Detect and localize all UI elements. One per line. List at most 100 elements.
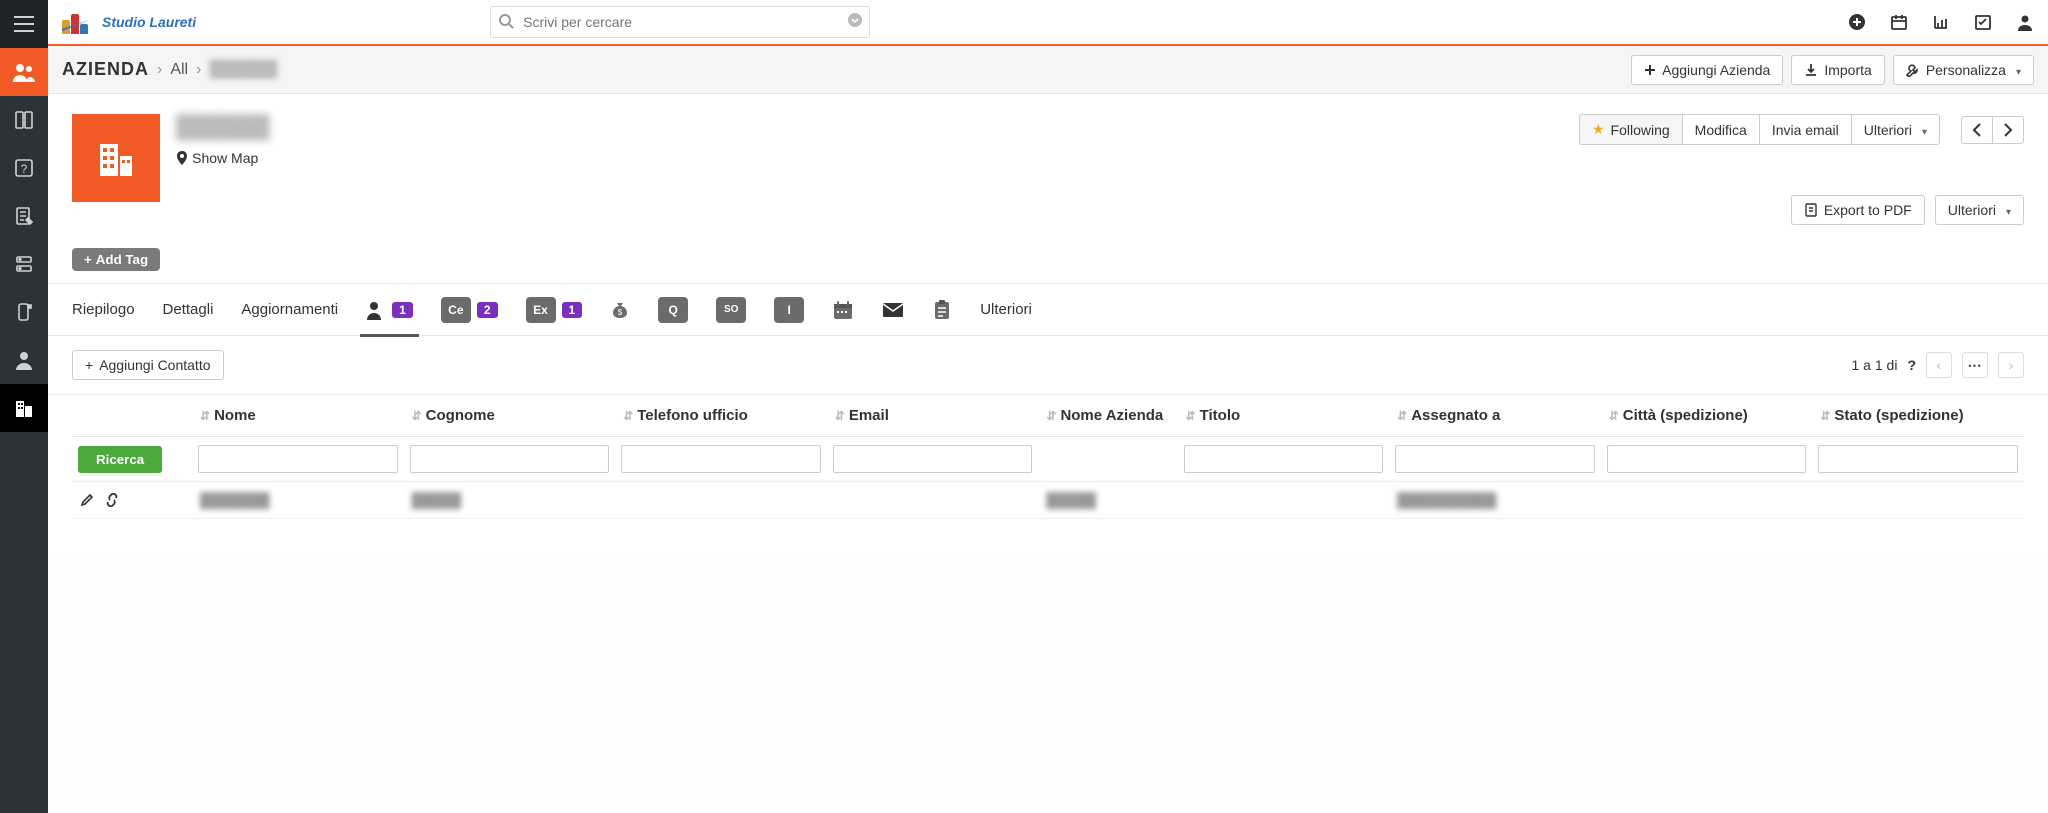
table-row[interactable]: ███████ █████ █████ ██████████: [72, 482, 2024, 519]
pager-total[interactable]: ?: [1907, 357, 1916, 373]
tab-ex[interactable]: Ex 1: [526, 284, 583, 336]
filter-cognome[interactable]: [410, 445, 610, 473]
following-label: Following: [1611, 122, 1670, 138]
download-icon: [1804, 63, 1818, 77]
pager-prev[interactable]: ‹: [1926, 352, 1952, 378]
tab-more[interactable]: Ulteriori: [980, 284, 1038, 336]
tasks-icon[interactable]: [1974, 13, 1992, 31]
brand[interactable]: Studio Laureti: [62, 10, 196, 34]
import-label: Importa: [1824, 62, 1871, 78]
search-dropdown-icon[interactable]: [848, 13, 862, 27]
filter-stato[interactable]: [1818, 445, 2018, 473]
add-tag-button[interactable]: + Add Tag: [72, 248, 160, 271]
building-icon: [13, 397, 35, 419]
record-more2-button[interactable]: Ulteriori: [1935, 195, 2024, 225]
tab-q[interactable]: Q: [658, 284, 688, 336]
topbar: Studio Laureti: [48, 0, 2048, 46]
profile-icon[interactable]: [2016, 13, 2034, 31]
import-button[interactable]: Importa: [1791, 55, 1884, 85]
col-stato[interactable]: Stato (spedizione): [1812, 395, 2024, 437]
export-pdf-label: Export to PDF: [1824, 202, 1912, 218]
caret-down-icon: [2012, 62, 2021, 78]
tab-so[interactable]: SO: [716, 284, 746, 336]
server-icon: [14, 254, 34, 274]
moneybag-icon: $: [610, 300, 630, 320]
col-nome[interactable]: Nome: [192, 395, 404, 437]
breadcrumb-module[interactable]: AZIENDA: [62, 59, 149, 80]
note-edit-icon: [14, 206, 34, 226]
tab-clipboard[interactable]: [932, 284, 952, 336]
prev-record-button[interactable]: [1961, 116, 1993, 144]
edit-button[interactable]: Modifica: [1682, 114, 1760, 145]
tab-money[interactable]: $: [610, 284, 630, 336]
export-pdf-button[interactable]: Export to PDF: [1791, 195, 1925, 225]
filter-email[interactable]: [833, 445, 1033, 473]
tab-summary[interactable]: Riepilogo: [72, 284, 135, 336]
sidebar-item-mobile[interactable]: [0, 288, 48, 336]
chart-icon[interactable]: [1932, 13, 1950, 31]
link-row-icon[interactable]: [104, 493, 120, 507]
calendar-icon[interactable]: [1890, 13, 1908, 31]
ce-icon: Ce: [441, 297, 471, 323]
sidebar-item-companies[interactable]: [0, 384, 48, 432]
cell-cognome: █████: [412, 492, 462, 508]
filter-telefono[interactable]: [621, 445, 821, 473]
tab-ce[interactable]: Ce 2: [441, 284, 498, 336]
q-icon: Q: [658, 297, 688, 323]
col-cognome[interactable]: Cognome: [404, 395, 616, 437]
sidebar-item-contacts[interactable]: [0, 48, 48, 96]
filter-nome[interactable]: [198, 445, 398, 473]
send-email-button[interactable]: Invia email: [1759, 114, 1852, 145]
sidebar-item-servers[interactable]: [0, 240, 48, 288]
pager-more[interactable]: ⋯: [1962, 352, 1988, 378]
sidebar-item-user[interactable]: [0, 336, 48, 384]
add-icon[interactable]: [1848, 13, 1866, 31]
breadcrumb-bar: AZIENDA › All › ██████ Aggiungi Azienda …: [48, 46, 2048, 94]
global-search-input[interactable]: [490, 6, 870, 38]
add-company-button[interactable]: Aggiungi Azienda: [1631, 55, 1783, 85]
caret-down-icon: [2002, 202, 2011, 218]
col-email[interactable]: Email: [827, 395, 1039, 437]
following-button[interactable]: ★ Following: [1579, 114, 1683, 145]
sidebar-item-notes[interactable]: [0, 192, 48, 240]
wrench-icon: [1906, 63, 1920, 77]
edit-row-icon[interactable]: [80, 493, 94, 507]
filter-titolo[interactable]: [1184, 445, 1384, 473]
filter-assegnato[interactable]: [1395, 445, 1595, 473]
breadcrumb-all[interactable]: All: [170, 61, 188, 79]
show-map-link[interactable]: Show Map: [176, 150, 270, 166]
chevron-left-icon: [1972, 123, 1982, 137]
tab-email[interactable]: [882, 284, 904, 336]
tab-calendar[interactable]: [832, 284, 854, 336]
menu-toggle[interactable]: [0, 0, 48, 48]
user-icon: [14, 350, 34, 370]
svg-text:$: $: [618, 308, 623, 317]
customize-button[interactable]: Personalizza: [1893, 55, 2034, 85]
col-assegnato[interactable]: Assegnato a: [1389, 395, 1601, 437]
col-telefono[interactable]: Telefono ufficio: [615, 395, 827, 437]
add-company-label: Aggiungi Azienda: [1662, 62, 1770, 78]
add-contact-button[interactable]: + Aggiungi Contatto: [72, 350, 224, 380]
breadcrumb: AZIENDA › All › ██████: [62, 59, 277, 80]
sidebar-item-documents[interactable]: [0, 96, 48, 144]
col-actions: [72, 395, 192, 437]
so-icon: SO: [716, 297, 746, 323]
search-icon: [498, 13, 514, 29]
filter-citta[interactable]: [1607, 445, 1807, 473]
tab-updates[interactable]: Aggiornamenti: [241, 284, 338, 336]
record-more-button[interactable]: Ulteriori: [1851, 114, 1940, 145]
record-more2-label: Ulteriori: [1948, 202, 1996, 218]
tab-contacts[interactable]: 1: [366, 284, 413, 336]
tab-i[interactable]: I: [774, 284, 804, 336]
col-azienda[interactable]: Nome Azienda: [1038, 395, 1177, 437]
pager-next[interactable]: ›: [1998, 352, 2024, 378]
record-tabs: Riepilogo Dettagli Aggiornamenti 1 Ce 2 …: [48, 284, 2048, 336]
clipboard-icon: [932, 299, 952, 321]
next-record-button[interactable]: [1992, 116, 2024, 144]
sidebar-item-help[interactable]: ?: [0, 144, 48, 192]
col-citta[interactable]: Città (spedizione): [1601, 395, 1813, 437]
col-titolo[interactable]: Titolo: [1178, 395, 1390, 437]
table-search-button[interactable]: Ricerca: [78, 446, 162, 473]
ex-count-badge: 1: [562, 302, 583, 318]
tab-details[interactable]: Dettagli: [163, 284, 214, 336]
